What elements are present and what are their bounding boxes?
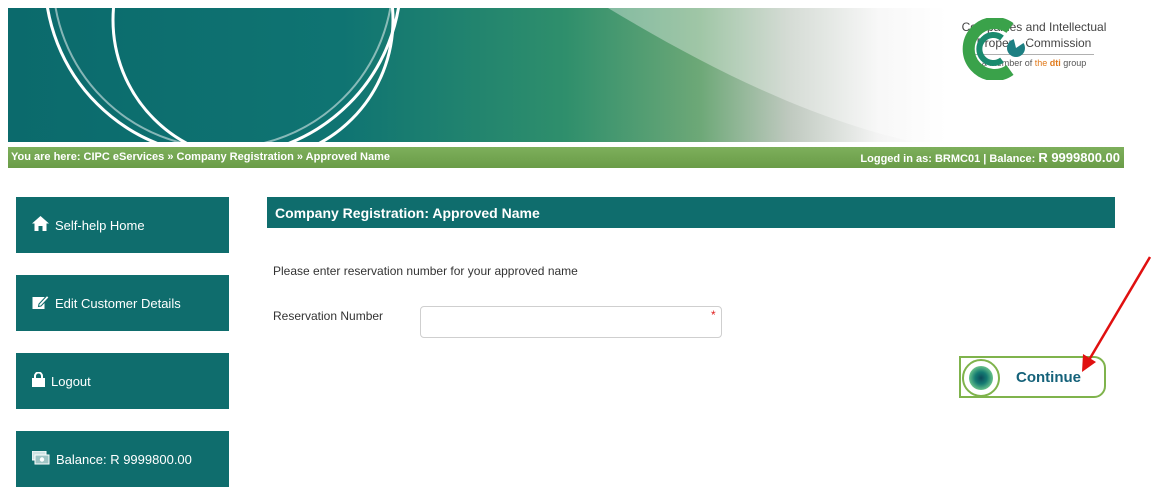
section-header: Company Registration: Approved Name [267, 197, 1115, 228]
breadcrumb-bar: You are here: CIPC eServices » Company R… [8, 147, 1124, 168]
instruction-text: Please enter reservation number for your… [273, 264, 578, 278]
sidebar-item-logout[interactable]: Logout [16, 353, 229, 409]
cipc-logo: Companies and Intellectual Property Comm… [954, 18, 1114, 142]
sidebar-item-self-help-home[interactable]: Self-help Home [16, 197, 229, 253]
header-balance: R 9999800.00 [1038, 150, 1120, 165]
sidebar-item-label: Logout [51, 373, 91, 389]
home-icon [32, 216, 49, 234]
header-banner: Companies and Intellectual Property Comm… [8, 8, 1124, 142]
breadcrumb-path[interactable]: CIPC eServices » Company Registration » … [84, 151, 390, 163]
login-status: Logged in as: BRMC01 | Balance: R 999980… [860, 150, 1120, 165]
sidebar-item-label: Self-help Home [55, 217, 145, 233]
page-title: Company Registration: Approved Name [275, 205, 540, 221]
reservation-number-input[interactable] [420, 306, 722, 338]
breadcrumb: You are here: CIPC eServices » Company R… [11, 151, 390, 163]
required-marker: * [711, 308, 716, 322]
lock-icon [32, 371, 45, 390]
cipc-logo-mark [962, 18, 1028, 80]
continue-orb-icon [962, 359, 1000, 397]
money-icon [31, 450, 50, 468]
sidebar-item-label: Balance: R 9999800.00 [56, 451, 192, 467]
username: BRMC01 [934, 153, 981, 165]
reservation-number-label: Reservation Number [273, 309, 384, 323]
breadcrumb-prefix: You are here: [11, 151, 84, 163]
sidebar-item-edit-customer-details[interactable]: Edit Customer Details [16, 275, 229, 331]
edit-icon [32, 294, 50, 313]
continue-button-label: Continue [1016, 369, 1081, 386]
sidebar-item-label: Edit Customer Details [55, 295, 181, 311]
continue-button[interactable]: Continue [959, 356, 1106, 398]
